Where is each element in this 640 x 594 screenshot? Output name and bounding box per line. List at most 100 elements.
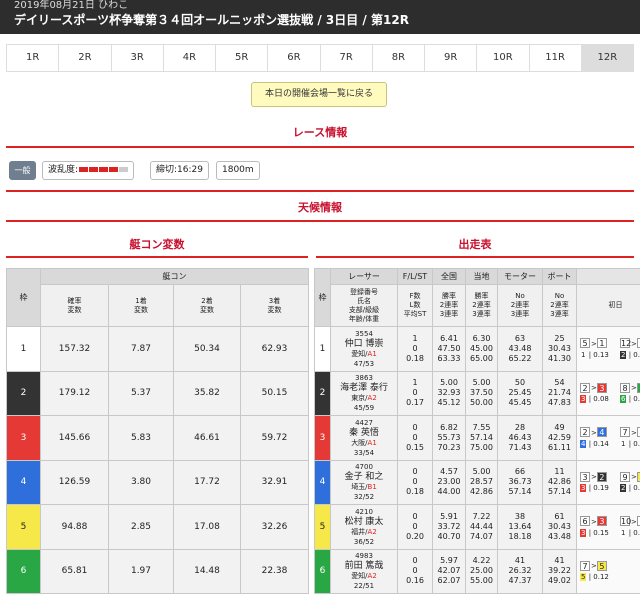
waku-cell: 6 (6, 548, 41, 594)
fl-cell: 0 0 0.16 (397, 548, 433, 594)
racer-name[interactable]: 秦 英悟 (332, 428, 397, 438)
boat-cell: 41 39.22 49.02 (542, 548, 577, 594)
branch-class: 福井/A2 (332, 527, 397, 537)
racer-name[interactable]: 松村 康太 (332, 517, 397, 527)
fl-value: 0 (412, 511, 418, 521)
record-st: 6 | 0.2 (620, 394, 640, 404)
mot-value: 18.18 (508, 531, 532, 541)
tab-1r[interactable]: 1R (7, 45, 60, 71)
tab-10r[interactable]: 10R (477, 45, 530, 71)
boat-value: 49 (554, 422, 565, 432)
fl-value: 0.15 (406, 442, 424, 452)
tab-12r[interactable]: 12R (581, 45, 633, 71)
course-no: 2 (580, 427, 590, 438)
entries-subheader: 勝率 2連率 3連率 (465, 284, 498, 327)
odds-value: 5.83 (108, 415, 174, 461)
waku-cell: 5 (6, 504, 41, 550)
boat-value: 61.11 (548, 442, 571, 452)
tab-9r[interactable]: 9R (425, 45, 478, 71)
st-course: 3 (580, 484, 587, 493)
racer-name[interactable]: 金子 和之 (332, 472, 397, 482)
loc-cell: 5.00 28.57 42.86 (465, 459, 498, 505)
course-no: 6 (580, 516, 590, 527)
tab-2r[interactable]: 2R (59, 45, 112, 71)
course-no: 10 (620, 516, 632, 527)
mot-value: 57.14 (508, 487, 532, 497)
waku-cell: 4 (314, 459, 331, 505)
branch-class: 愛知/A1 (332, 349, 397, 359)
fl-value: 0.20 (406, 531, 424, 541)
odds-value: 14.48 (173, 548, 241, 594)
odds-value: 1.97 (108, 548, 174, 594)
fl-value: 0 (412, 467, 418, 477)
back-to-venues-button[interactable]: 本日の開催会場一覧に戻る (251, 82, 387, 107)
st-course: 1 (580, 350, 587, 359)
boat-cell: 54 21.74 47.83 (542, 370, 577, 416)
tab-8r[interactable]: 8R (372, 45, 425, 71)
record-st: 3 | 0.19 (580, 484, 609, 493)
record-st: 1 | 0.2 (620, 439, 640, 449)
tab-7r[interactable]: 7R (320, 45, 373, 71)
st-time: 0.2 (633, 439, 640, 448)
tab-3r[interactable]: 3R (111, 45, 164, 71)
odds-table: 枠艇コン 確率 変数 1着 変数 2着 変数 3着 変数 1 157.32 7.87 50.34 62… (6, 268, 309, 594)
record-item: 2 >4 4 | 0.14 (580, 427, 620, 449)
record-top: 6 >3 (580, 516, 620, 528)
boat-value: 11 (554, 467, 565, 477)
mot-value: 25.45 (508, 388, 532, 398)
tab-5r[interactable]: 5R (216, 45, 269, 71)
boat-value: 30.43 (548, 521, 571, 531)
first-day-header: 初日 (576, 284, 640, 327)
racer-class: A2 (367, 394, 377, 403)
racer-cell: 4210 松村 康太 福井/A2 36/52 (330, 504, 398, 550)
racer-name[interactable]: 海老澤 泰行 (332, 383, 397, 393)
loc-value: 7.22 (472, 511, 491, 521)
reg-no: 3863 (355, 374, 373, 383)
racer-name[interactable]: 仲口 博崇 (332, 339, 397, 349)
racer-cell: 4983 前田 篤哉 愛知/A2 22/51 (330, 548, 398, 594)
odds-value: 3.80 (108, 459, 174, 505)
mot-value: 50 (514, 378, 526, 388)
odds-value: 126.59 (40, 459, 109, 505)
age-weight: 36/52 (353, 537, 375, 546)
loc-value: 45.00 (470, 343, 493, 353)
table-row: 6 65.81 1.97 14.48 22.38 (6, 548, 309, 594)
wave-bar (109, 167, 119, 172)
fl-value: 0.17 (406, 398, 424, 408)
branch: 愛知/ (351, 572, 368, 581)
waku-cell: 1 (6, 326, 41, 372)
table-row: 3 4427 秦 英悟 大阪/A1 33/54 0 0 0.15 6.82 55.73 70.23 7… (314, 415, 640, 461)
result-rank: 1 (596, 338, 607, 349)
entries-subheader: 登録番号 氏名 支部/級級 年齢/体重 (330, 284, 398, 327)
table-row: 1 157.32 7.87 50.34 62.93 (6, 326, 309, 372)
fl-value: 1 (412, 333, 418, 343)
tab-6r[interactable]: 6R (268, 45, 321, 71)
branch: 東京/ (351, 394, 368, 403)
tab-11r[interactable]: 11R (529, 45, 582, 71)
col-waku: 枠 (314, 268, 331, 327)
record-item: 10>11 | 0.2 (620, 516, 640, 538)
record-st: 1 | 0.2 (620, 528, 640, 538)
racer-name[interactable]: 前田 篤哉 (332, 561, 397, 571)
odds-value: 22.38 (240, 548, 309, 594)
tab-4r[interactable]: 4R (163, 45, 216, 71)
record-top: 2 >4 (580, 427, 620, 439)
record-st: 3 | 0.15 (580, 528, 609, 537)
odds-value: 65.81 (40, 548, 109, 594)
record-top: 7>1 (620, 427, 640, 439)
st-time: 0.2 (633, 528, 640, 537)
st-course: 2 (620, 484, 627, 493)
odds-value: 32.26 (240, 504, 309, 550)
nat-value: 5.91 (440, 511, 458, 521)
mot-value: 47.37 (508, 576, 532, 586)
mot-cell: 41 26.32 47.37 (497, 548, 543, 594)
course-no: 8 (620, 382, 630, 393)
nat-value: 42.07 (437, 566, 461, 576)
branch-class: 東京/A2 (332, 393, 397, 403)
record-top: 8>6 (620, 382, 640, 394)
boat-cell: 49 42.59 61.11 (542, 415, 577, 461)
waku-cell: 1 (314, 326, 331, 372)
odds-subheader: 3着 変数 (240, 284, 309, 327)
st-course: 1 (620, 528, 627, 537)
deadline-chip: 締切:16:29 (150, 161, 209, 180)
